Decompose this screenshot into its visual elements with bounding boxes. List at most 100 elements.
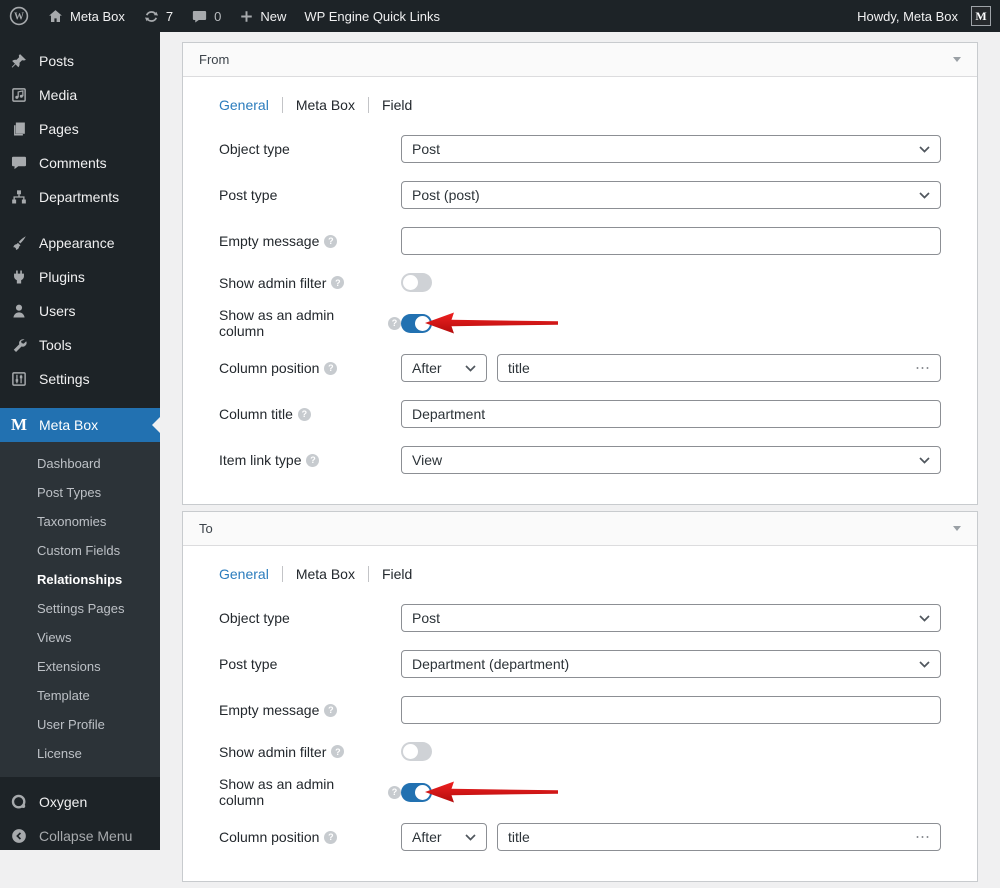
show-admin-column-toggle[interactable]	[401, 782, 432, 802]
wpengine-quick-links-label: WP Engine Quick Links	[304, 8, 441, 24]
sidebar-item-label: Appearance	[39, 235, 115, 251]
options-ellipsis-icon[interactable]: ⋯	[915, 830, 931, 845]
post-type-select[interactable]: Department (department)	[401, 650, 941, 678]
tab-meta-box[interactable]: Meta Box	[281, 566, 368, 582]
column-title-label: Column title?	[219, 406, 401, 422]
sidebar-item-label: Departments	[39, 189, 120, 205]
sidebar-item-appearance[interactable]: Appearance	[0, 226, 160, 260]
my-account-menu[interactable]: Howdy, Meta Box M	[848, 0, 1000, 32]
select-value: After	[412, 360, 442, 376]
sidebar-item-meta-box[interactable]: M Meta Box	[0, 408, 160, 442]
help-icon[interactable]: ?	[331, 276, 345, 289]
tab-meta-box[interactable]: Meta Box	[281, 97, 368, 113]
admin-sidebar: Posts Media Pages Comments Departments A…	[0, 32, 160, 850]
help-icon[interactable]: ?	[331, 745, 345, 758]
submenu-item-user-profile[interactable]: User Profile	[0, 710, 160, 739]
tab-field[interactable]: Field	[367, 97, 425, 113]
help-icon[interactable]: ?	[297, 407, 311, 421]
collapse-menu-button[interactable]: Collapse Menu	[0, 819, 160, 853]
sidebar-item-media[interactable]: Media	[0, 78, 160, 112]
empty-message-label: Empty message?	[219, 233, 401, 249]
panel-title: To	[199, 521, 213, 536]
column-position-select[interactable]: After	[401, 823, 487, 851]
new-content-menu[interactable]: New	[230, 0, 295, 32]
sidebar-item-users[interactable]: Users	[0, 294, 160, 328]
object-type-label: Object type	[219, 610, 290, 626]
tab-general[interactable]: General	[219, 97, 282, 113]
post-type-row: Post type Department (department)	[219, 650, 941, 678]
column-position-ref-input[interactable]	[497, 354, 941, 382]
sidebar-item-oxygen[interactable]: Oxygen	[0, 785, 160, 819]
chevron-down-icon	[465, 833, 476, 841]
chevron-down-icon	[919, 191, 930, 199]
submenu-item-relationships[interactable]: Relationships	[0, 565, 160, 594]
submenu-item-extensions[interactable]: Extensions	[0, 652, 160, 681]
tab-general[interactable]: General	[219, 566, 282, 582]
menu-separator	[0, 214, 160, 226]
help-icon[interactable]: ?	[324, 703, 338, 717]
sidebar-item-posts[interactable]: Posts	[0, 44, 160, 78]
annotation-arrow	[425, 312, 558, 334]
sidebar-item-label: Pages	[39, 121, 79, 137]
help-icon[interactable]: ?	[324, 234, 338, 248]
toggle-knob	[415, 315, 430, 331]
submenu-item-custom-fields[interactable]: Custom Fields	[0, 536, 160, 565]
wordpress-logo-menu[interactable]: W	[0, 0, 38, 32]
select-value: View	[412, 452, 443, 468]
pin-icon	[9, 51, 29, 71]
sidebar-item-pages[interactable]: Pages	[0, 112, 160, 146]
sidebar-item-comments[interactable]: Comments	[0, 146, 160, 180]
to-panel-header[interactable]: To	[183, 512, 977, 546]
object-type-select[interactable]: Post	[401, 135, 941, 163]
column-position-select[interactable]: After	[401, 354, 487, 382]
submenu-item-taxonomies[interactable]: Taxonomies	[0, 507, 160, 536]
wrench-icon	[9, 335, 29, 355]
help-icon[interactable]: ?	[324, 361, 338, 375]
column-position-label: Column position?	[219, 360, 401, 376]
help-icon[interactable]: ?	[388, 785, 401, 799]
submenu-item-views[interactable]: Views	[0, 623, 160, 652]
wpengine-quick-links-menu[interactable]: WP Engine Quick Links	[295, 0, 449, 32]
show-admin-column-toggle[interactable]	[401, 313, 432, 333]
column-position-label: Column position?	[219, 829, 401, 845]
show-admin-filter-row: Show admin filter?	[219, 742, 941, 761]
submenu-item-dashboard[interactable]: Dashboard	[0, 449, 160, 478]
submenu-item-template[interactable]: Template	[0, 681, 160, 710]
item-link-type-select[interactable]: View	[401, 446, 941, 474]
submenu-item-post-types[interactable]: Post Types	[0, 478, 160, 507]
org-chart-icon	[9, 187, 29, 207]
show-admin-filter-toggle[interactable]	[401, 742, 432, 761]
help-icon[interactable]: ?	[324, 830, 338, 844]
help-icon[interactable]: ?	[306, 453, 320, 467]
sidebar-item-plugins[interactable]: Plugins	[0, 260, 160, 294]
show-admin-filter-toggle[interactable]	[401, 273, 432, 292]
select-value: After	[412, 829, 442, 845]
show-admin-filter-row: Show admin filter?	[219, 273, 941, 292]
post-type-select[interactable]: Post (post)	[401, 181, 941, 209]
collapse-caret-icon[interactable]	[953, 526, 961, 531]
updates-menu[interactable]: 7	[134, 0, 182, 32]
tab-field[interactable]: Field	[367, 566, 425, 582]
sidebar-item-label: Plugins	[39, 269, 85, 285]
site-name-menu[interactable]: Meta Box	[38, 0, 134, 32]
select-value: Department (department)	[412, 656, 570, 672]
sidebar-item-tools[interactable]: Tools	[0, 328, 160, 362]
empty-message-input[interactable]	[401, 696, 941, 724]
collapse-caret-icon[interactable]	[953, 57, 961, 62]
column-position-ref-input[interactable]	[497, 823, 941, 851]
sidebar-item-departments[interactable]: Departments	[0, 180, 160, 214]
submenu-item-license[interactable]: License	[0, 739, 160, 768]
sidebar-item-settings[interactable]: Settings	[0, 362, 160, 396]
column-title-input[interactable]	[401, 400, 941, 428]
empty-message-input[interactable]	[401, 227, 941, 255]
comments-menu[interactable]: 0	[182, 0, 230, 32]
select-value: Post	[412, 610, 441, 626]
user-icon	[9, 301, 29, 321]
object-type-select[interactable]: Post	[401, 604, 941, 632]
sidebar-item-label: Oxygen	[39, 794, 88, 810]
from-panel-header[interactable]: From	[183, 43, 977, 77]
options-ellipsis-icon[interactable]: ⋯	[915, 361, 931, 376]
help-icon[interactable]: ?	[388, 316, 401, 330]
column-title-row: Column title?	[219, 400, 941, 428]
submenu-item-settings-pages[interactable]: Settings Pages	[0, 594, 160, 623]
